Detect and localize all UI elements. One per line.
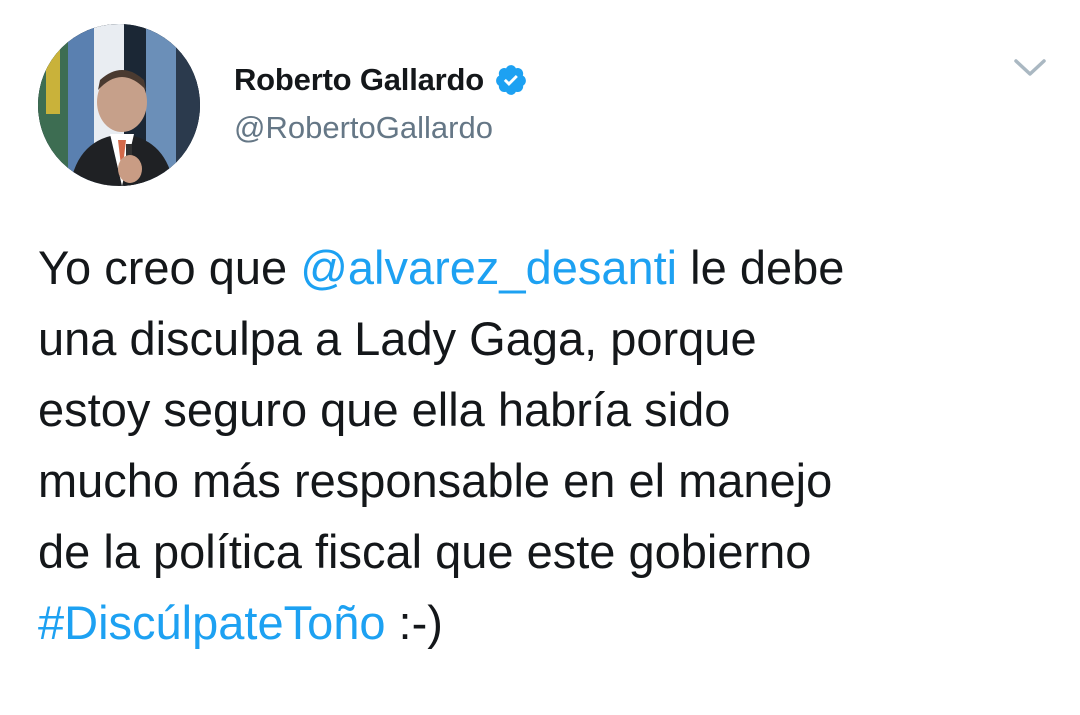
tweet-line: #DiscúlpateToño :-) xyxy=(38,587,1048,658)
tweet-line: Yo creo que @alvarez_desanti le debe xyxy=(38,232,1048,303)
tweet-line: una disculpa a Lady Gaga, porque xyxy=(38,312,757,365)
hashtag-link[interactable]: #DiscúlpateToño xyxy=(38,596,386,649)
tweet-text: Yo creo que @alvarez_desanti le debe una… xyxy=(38,232,1048,658)
avatar[interactable] xyxy=(38,24,200,186)
tweet-text-segment: le debe xyxy=(677,241,845,294)
mention-link[interactable]: @alvarez_desanti xyxy=(300,241,677,294)
chevron-down-icon[interactable] xyxy=(1010,52,1050,82)
tweet-text-segment: :-) xyxy=(385,596,443,649)
author-handle[interactable]: @RobertoGallardo xyxy=(234,110,528,146)
tweet-author: Roberto Gallardo @RobertoGallardo xyxy=(234,58,528,146)
author-display-name[interactable]: Roberto Gallardo xyxy=(234,62,484,98)
verified-badge-icon xyxy=(494,63,528,97)
tweet-line: de la política fiscal que este gobierno xyxy=(38,525,812,578)
tweet-text-segment: Yo creo que xyxy=(38,241,301,294)
avatar-photo xyxy=(38,24,200,186)
tweet-line: mucho más responsable en el manejo xyxy=(38,454,833,507)
tweet-line: estoy seguro que ella habría sido xyxy=(38,383,731,436)
author-name-row: Roberto Gallardo xyxy=(234,58,528,102)
